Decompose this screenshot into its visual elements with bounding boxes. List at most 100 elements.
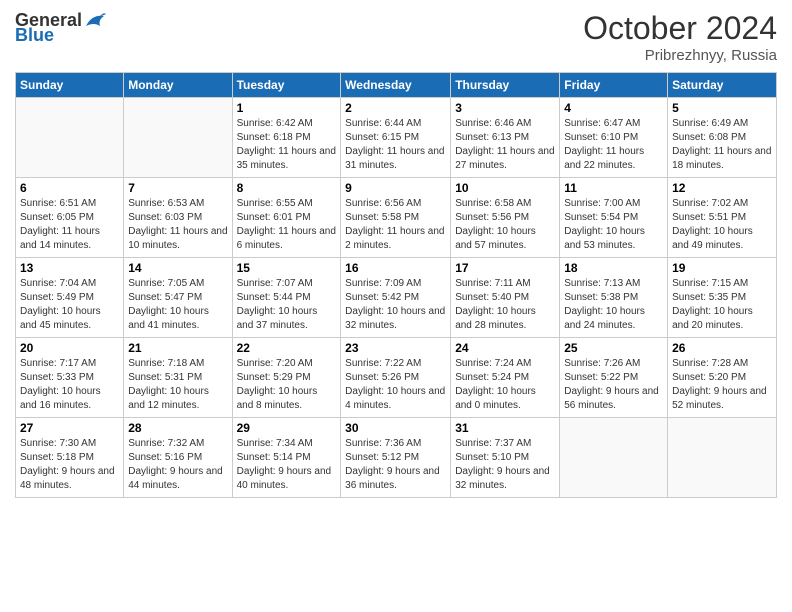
day-number: 22: [237, 341, 337, 355]
day-info: Sunrise: 7:36 AMSunset: 5:12 PMDaylight:…: [345, 437, 446, 493]
day-number: 12: [672, 181, 772, 195]
day-info: Sunrise: 7:28 AMSunset: 5:20 PMDaylight:…: [672, 357, 772, 413]
day-info: Sunrise: 7:04 AMSunset: 5:49 PMDaylight:…: [20, 277, 119, 333]
calendar-week-5: 27Sunrise: 7:30 AMSunset: 5:18 PMDayligh…: [16, 418, 777, 498]
table-row: 30 Sunrise: 7:36 AMSunset: 5:12 PMDayligh…: [341, 418, 451, 498]
day-number: 11: [564, 181, 663, 195]
table-row: [668, 418, 777, 498]
col-sunday: Sunday: [16, 73, 124, 98]
table-row: 18Sunrise: 7:13 AMSunset: 5:38 PMDayligh…: [560, 258, 668, 338]
day-number: 10: [455, 181, 555, 195]
col-thursday: Thursday: [451, 73, 560, 98]
day-number: 26: [672, 341, 772, 355]
table-row: [560, 418, 668, 498]
calendar-week-1: 1Sunrise: 6:42 AMSunset: 6:18 PMDaylight…: [16, 98, 777, 178]
day-info: Sunrise: 7:17 AMSunset: 5:33 PMDaylight:…: [20, 357, 119, 413]
day-number: 18: [564, 261, 663, 275]
day-number: 16: [345, 261, 446, 275]
table-row: 27Sunrise: 7:30 AMSunset: 5:18 PMDayligh…: [16, 418, 124, 498]
day-number: 19: [672, 261, 772, 275]
table-row: 24Sunrise: 7:24 AMSunset: 5:24 PMDayligh…: [451, 338, 560, 418]
day-number: 9: [345, 181, 446, 195]
day-info: Sunrise: 6:49 AMSunset: 6:08 PMDaylight:…: [672, 117, 772, 173]
col-tuesday: Tuesday: [232, 73, 341, 98]
table-row: 29 Sunrise: 7:34 AMSunset: 5:14 PMDayligh…: [232, 418, 341, 498]
day-info: Sunrise: 7:00 AMSunset: 5:54 PMDaylight:…: [564, 197, 663, 253]
day-number: 8: [237, 181, 337, 195]
table-row: 9Sunrise: 6:56 AMSunset: 5:58 PMDaylight…: [341, 178, 451, 258]
day-number: 15: [237, 261, 337, 275]
day-info: Sunrise: 7:18 AMSunset: 5:31 PMDaylight:…: [128, 357, 227, 413]
col-wednesday: Wednesday: [341, 73, 451, 98]
day-number: 28: [128, 421, 227, 435]
day-info: Sunrise: 7:24 AMSunset: 5:24 PMDaylight:…: [455, 357, 555, 413]
table-row: 16Sunrise: 7:09 AMSunset: 5:42 PMDayligh…: [341, 258, 451, 338]
day-info: Sunrise: 6:55 AMSunset: 6:01 PMDaylight:…: [237, 197, 337, 253]
day-info: Sunrise: 6:44 AMSunset: 6:15 PMDaylight:…: [345, 117, 446, 173]
table-row: [16, 98, 124, 178]
col-friday: Friday: [560, 73, 668, 98]
table-row: 15 Sunrise: 7:07 AMSunset: 5:44 PMDayligh…: [232, 258, 341, 338]
day-info: Sunrise: 6:46 AMSunset: 6:13 PMDaylight:…: [455, 117, 555, 173]
table-row: 26 Sunrise: 7:28 AMSunset: 5:20 PMDayligh…: [668, 338, 777, 418]
header: General Blue October 2024 Pribrezhnyy, R…: [15, 10, 777, 64]
table-row: 10 Sunrise: 6:58 AMSunset: 5:56 PMDayligh…: [451, 178, 560, 258]
day-number: 25: [564, 341, 663, 355]
day-info: Sunrise: 6:53 AMSunset: 6:03 PMDaylight:…: [128, 197, 227, 253]
table-row: 3 Sunrise: 6:46 AMSunset: 6:13 PMDaylight…: [451, 98, 560, 178]
col-saturday: Saturday: [668, 73, 777, 98]
table-row: 23 Sunrise: 7:22 AMSunset: 5:26 PMDayligh…: [341, 338, 451, 418]
table-row: [124, 98, 232, 178]
day-number: 5: [672, 101, 772, 115]
table-row: 6Sunrise: 6:51 AMSunset: 6:05 PMDaylight…: [16, 178, 124, 258]
calendar-week-3: 13 Sunrise: 7:04 AMSunset: 5:49 PMDayligh…: [16, 258, 777, 338]
day-number: 21: [128, 341, 227, 355]
table-row: 4Sunrise: 6:47 AMSunset: 6:10 PMDaylight…: [560, 98, 668, 178]
day-number: 7: [128, 181, 227, 195]
day-number: 27: [20, 421, 119, 435]
table-row: 25 Sunrise: 7:26 AMSunset: 5:22 PMDayligh…: [560, 338, 668, 418]
table-row: 1Sunrise: 6:42 AMSunset: 6:18 PMDaylight…: [232, 98, 341, 178]
day-number: 23: [345, 341, 446, 355]
table-row: 5 Sunrise: 6:49 AMSunset: 6:08 PMDaylight…: [668, 98, 777, 178]
table-row: 11 Sunrise: 7:00 AMSunset: 5:54 PMDayligh…: [560, 178, 668, 258]
day-info: Sunrise: 7:05 AMSunset: 5:47 PMDaylight:…: [128, 277, 227, 333]
table-row: 13 Sunrise: 7:04 AMSunset: 5:49 PMDayligh…: [16, 258, 124, 338]
table-row: 22Sunrise: 7:20 AMSunset: 5:29 PMDayligh…: [232, 338, 341, 418]
calendar-table: Sunday Monday Tuesday Wednesday Thursday…: [15, 72, 777, 498]
day-info: Sunrise: 7:22 AMSunset: 5:26 PMDaylight:…: [345, 357, 446, 413]
title-block: October 2024 Pribrezhnyy, Russia: [583, 10, 777, 64]
day-info: Sunrise: 7:37 AMSunset: 5:10 PMDaylight:…: [455, 437, 555, 493]
table-row: 8 Sunrise: 6:55 AMSunset: 6:01 PMDaylight…: [232, 178, 341, 258]
table-row: 19 Sunrise: 7:15 AMSunset: 5:35 PMDayligh…: [668, 258, 777, 338]
day-number: 14: [128, 261, 227, 275]
day-number: 3: [455, 101, 555, 115]
day-number: 6: [20, 181, 119, 195]
month-year-title: October 2024: [583, 10, 777, 47]
col-monday: Monday: [124, 73, 232, 98]
table-row: 12Sunrise: 7:02 AMSunset: 5:51 PMDayligh…: [668, 178, 777, 258]
day-info: Sunrise: 7:15 AMSunset: 5:35 PMDaylight:…: [672, 277, 772, 333]
day-number: 4: [564, 101, 663, 115]
calendar-header-row: Sunday Monday Tuesday Wednesday Thursday…: [16, 73, 777, 98]
logo: General Blue: [15, 10, 106, 46]
day-info: Sunrise: 7:34 AMSunset: 5:14 PMDaylight:…: [237, 437, 337, 493]
calendar-week-4: 20Sunrise: 7:17 AMSunset: 5:33 PMDayligh…: [16, 338, 777, 418]
day-info: Sunrise: 7:07 AMSunset: 5:44 PMDaylight:…: [237, 277, 337, 333]
calendar-week-2: 6Sunrise: 6:51 AMSunset: 6:05 PMDaylight…: [16, 178, 777, 258]
day-info: Sunrise: 6:42 AMSunset: 6:18 PMDaylight:…: [237, 117, 337, 173]
table-row: 20Sunrise: 7:17 AMSunset: 5:33 PMDayligh…: [16, 338, 124, 418]
day-number: 13: [20, 261, 119, 275]
table-row: 2 Sunrise: 6:44 AMSunset: 6:15 PMDaylight…: [341, 98, 451, 178]
table-row: 17Sunrise: 7:11 AMSunset: 5:40 PMDayligh…: [451, 258, 560, 338]
table-row: 21 Sunrise: 7:18 AMSunset: 5:31 PMDayligh…: [124, 338, 232, 418]
table-row: 14 Sunrise: 7:05 AMSunset: 5:47 PMDayligh…: [124, 258, 232, 338]
day-number: 30: [345, 421, 446, 435]
table-row: 31Sunrise: 7:37 AMSunset: 5:10 PMDayligh…: [451, 418, 560, 498]
day-number: 29: [237, 421, 337, 435]
day-info: Sunrise: 6:58 AMSunset: 5:56 PMDaylight:…: [455, 197, 555, 253]
logo-bird-icon: [84, 12, 106, 30]
day-number: 2: [345, 101, 446, 115]
day-info: Sunrise: 7:26 AMSunset: 5:22 PMDaylight:…: [564, 357, 663, 413]
table-row: 28Sunrise: 7:32 AMSunset: 5:16 PMDayligh…: [124, 418, 232, 498]
